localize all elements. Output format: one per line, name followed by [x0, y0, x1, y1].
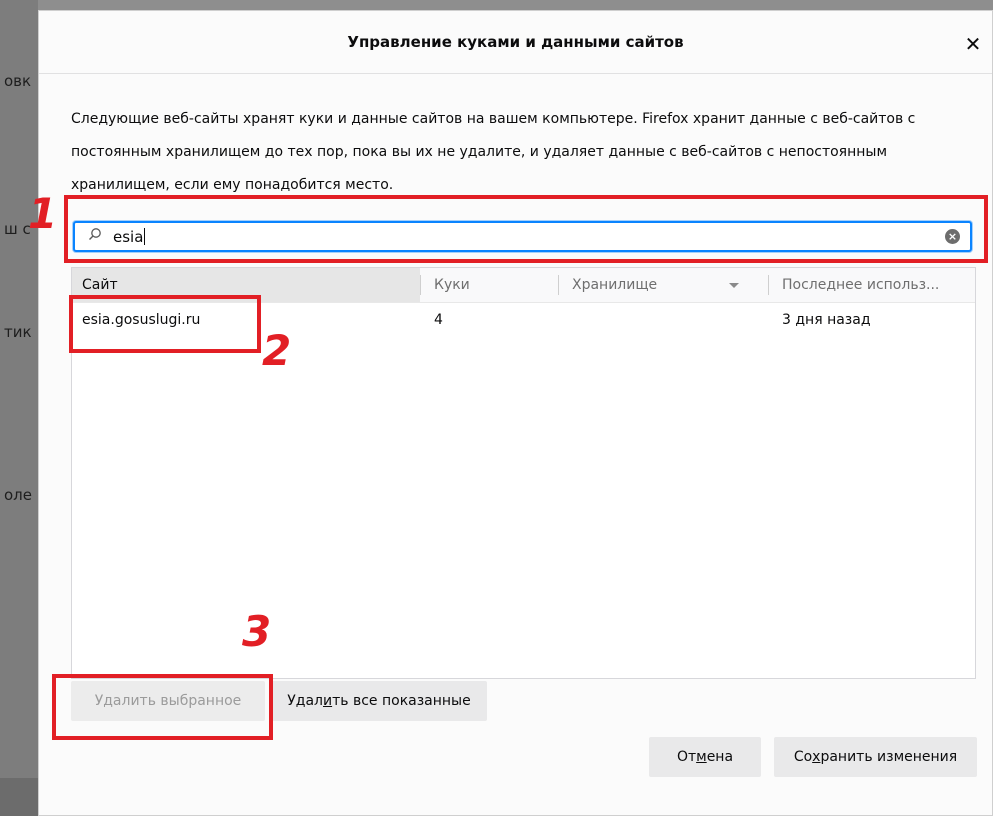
cancel-button[interactable]: Отмена: [649, 737, 761, 777]
background-footer: [0, 778, 38, 816]
annotation-number: 1: [28, 189, 58, 238]
cell-last-used: 3 дня назад: [782, 312, 871, 328]
remove-all-shown-button[interactable]: Удалить все показанные: [271, 681, 487, 721]
save-changes-button[interactable]: Сохранить изменения: [774, 737, 977, 777]
annotation-number: 2: [262, 326, 292, 375]
sort-down-icon: [729, 283, 739, 288]
column-storage[interactable]: Хранилище: [562, 268, 762, 302]
close-icon[interactable]: ✕: [960, 31, 986, 57]
dialog-title: Управление куками и данными сайтов: [347, 33, 684, 51]
background-text: тик: [4, 323, 32, 341]
column-divider[interactable]: [558, 275, 559, 295]
background-text: оле: [4, 486, 32, 504]
background-text: овк: [4, 72, 32, 90]
annotation-box-remove: [52, 674, 273, 740]
annotation-box-search: [64, 195, 988, 263]
annotation-number: 3: [242, 607, 272, 656]
column-cookies[interactable]: Куки: [424, 268, 558, 302]
cell-cookies: 4: [434, 312, 443, 328]
annotation-box-site: [69, 295, 261, 353]
column-storage-label: Хранилище: [572, 277, 658, 293]
column-last-used[interactable]: Последнее использ...: [772, 268, 975, 302]
background-strip: [0, 0, 38, 816]
column-divider[interactable]: [768, 275, 769, 295]
background-text: ш с: [4, 220, 31, 238]
title-divider: [39, 73, 992, 74]
dialog-description: Следующие веб-сайты хранят куки и данные…: [71, 111, 916, 193]
column-divider[interactable]: [420, 275, 421, 295]
